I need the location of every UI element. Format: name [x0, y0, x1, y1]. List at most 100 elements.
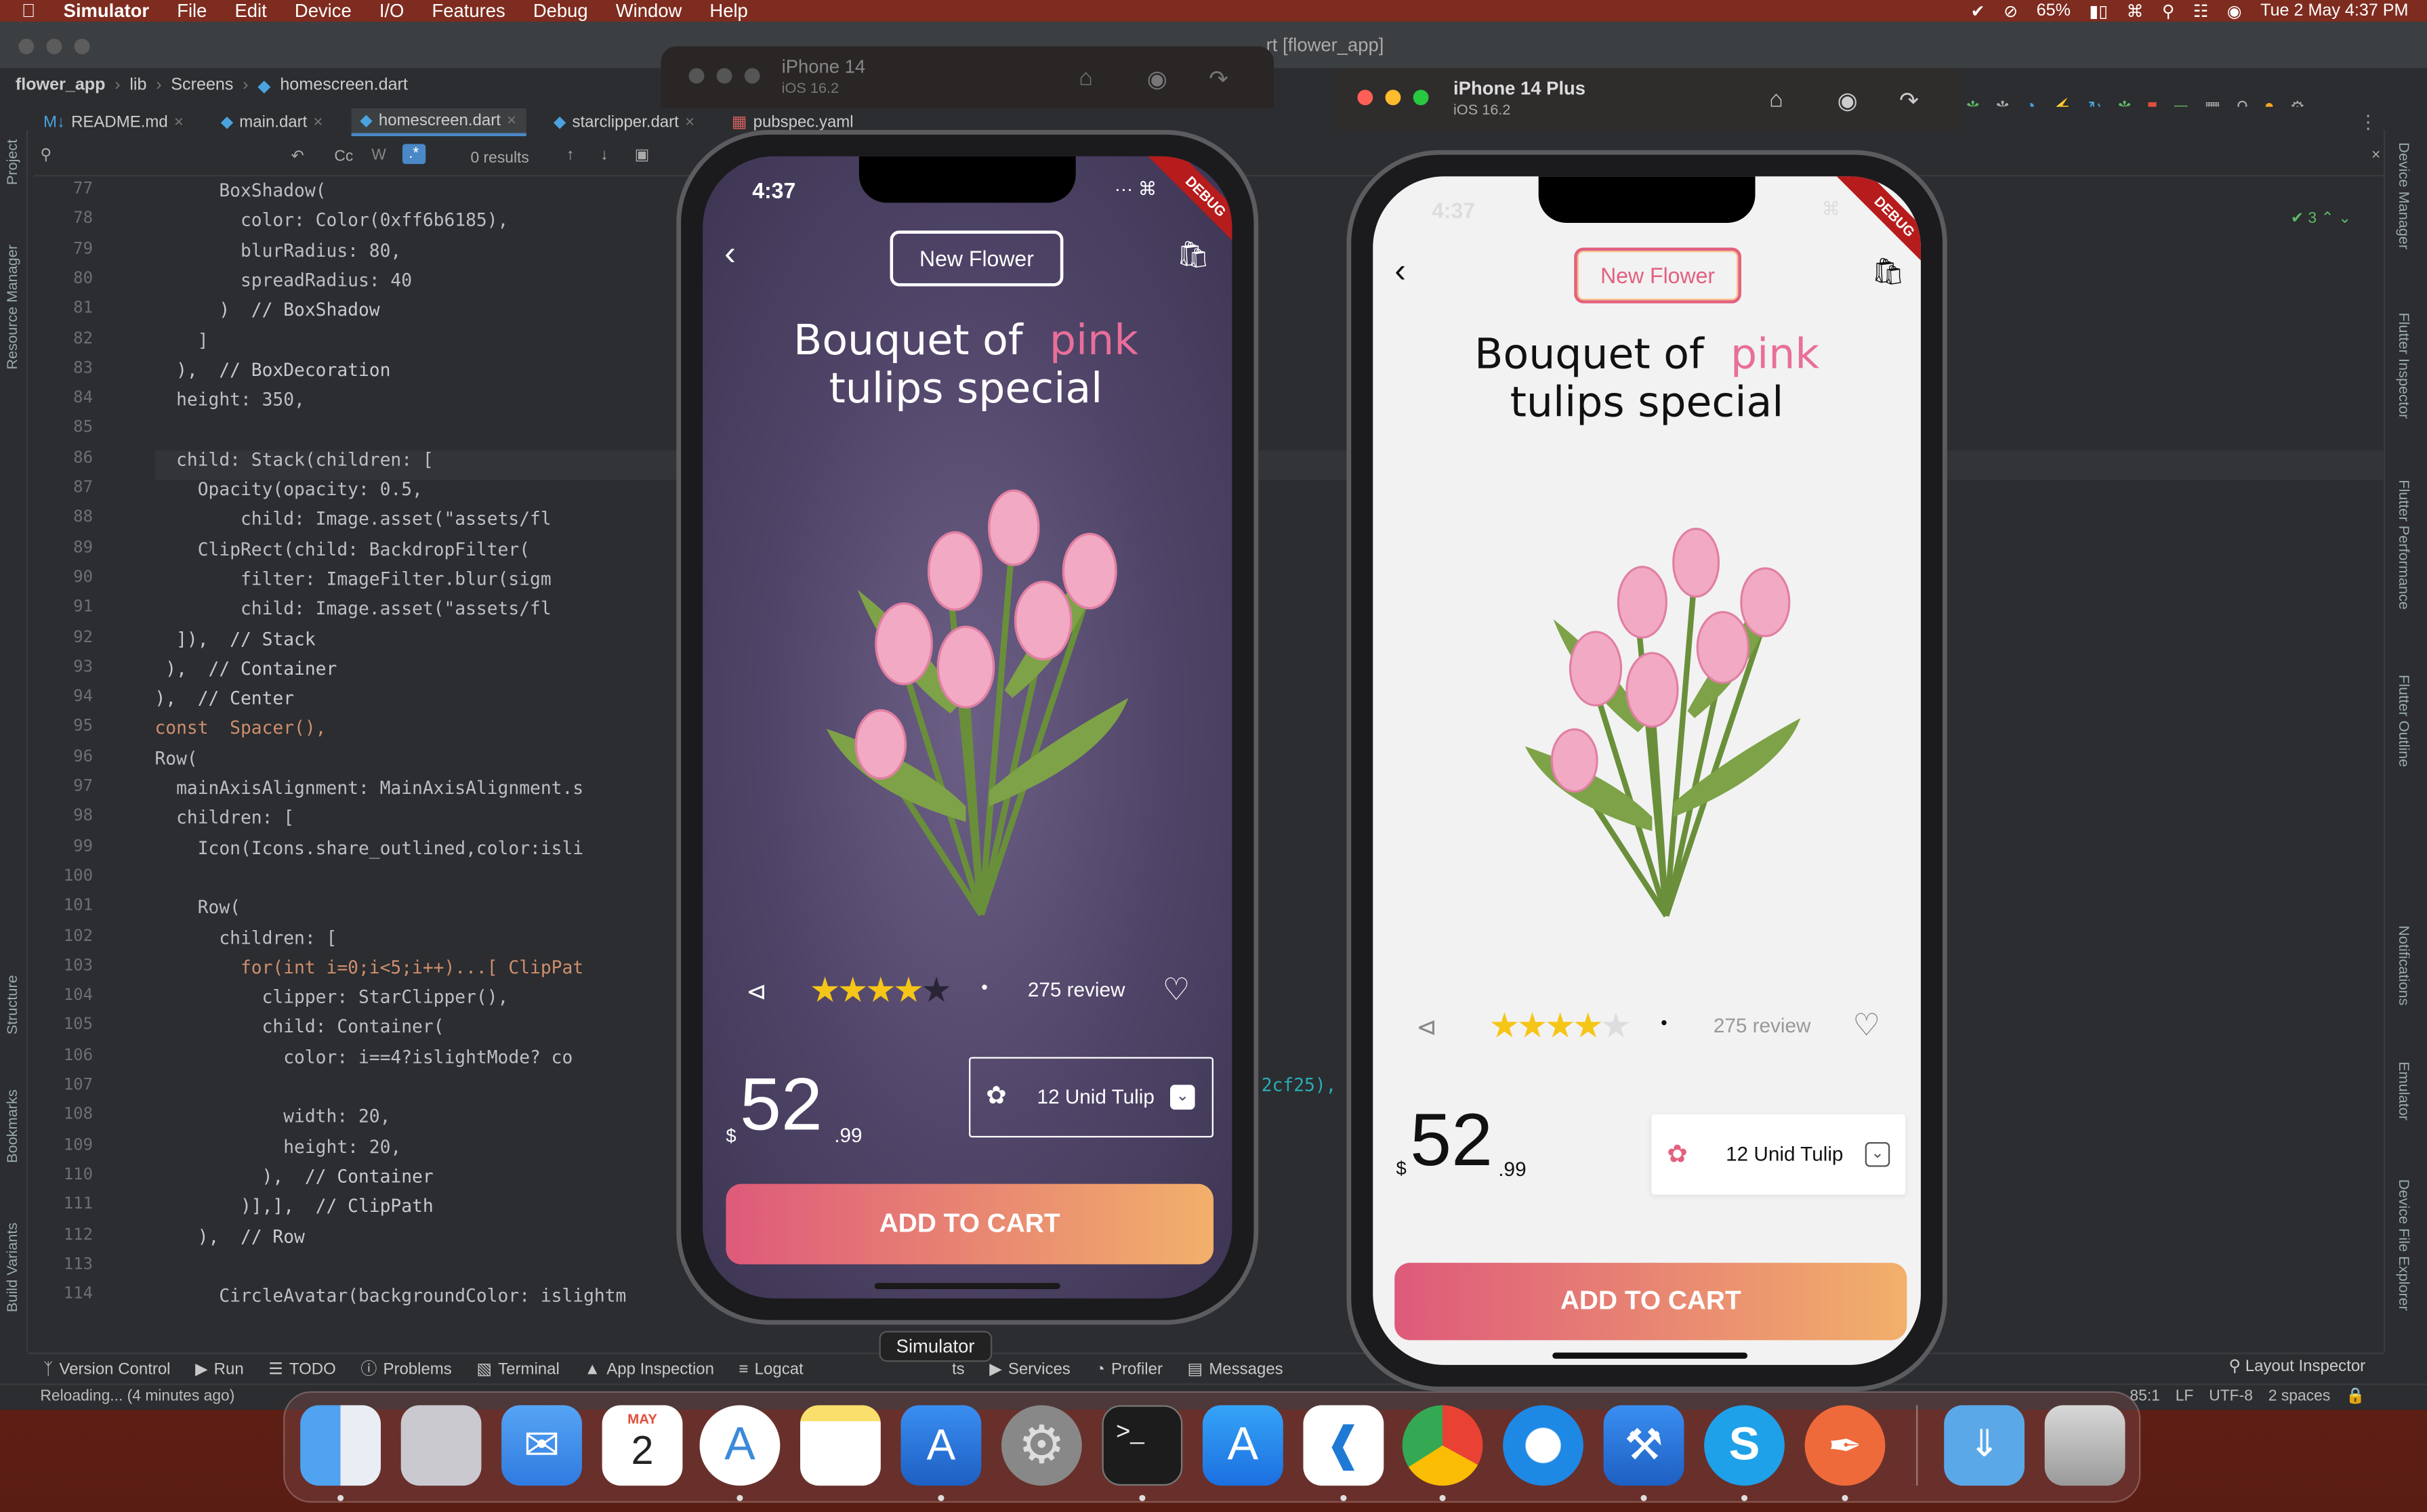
- menu-debug[interactable]: Debug: [533, 0, 588, 22]
- tool-layout-inspector[interactable]: ⚲ Layout Inspector: [2229, 1358, 2366, 1376]
- code-line[interactable]: Opacity(opacity: 0.5,: [154, 478, 423, 507]
- share-icon[interactable]: ⊲: [746, 977, 767, 1008]
- tool-run[interactable]: ▶ Run: [195, 1360, 244, 1378]
- code-line[interactable]: ) // BoxShadow: [154, 299, 379, 328]
- menu-app-name[interactable]: Simulator: [64, 0, 149, 22]
- skype-icon[interactable]: S: [1704, 1405, 1785, 1486]
- close-icon[interactable]: ×: [313, 113, 323, 131]
- vscode-icon[interactable]: ❰: [1303, 1405, 1384, 1486]
- review-count[interactable]: 275 review: [1714, 1013, 1811, 1036]
- code-line[interactable]: child: Stack(children: [: [154, 448, 434, 478]
- code-line[interactable]: Row(: [154, 747, 197, 776]
- home-icon[interactable]: ⌂: [1079, 65, 1093, 91]
- tool-bookmarks[interactable]: Bookmarks: [5, 1089, 22, 1163]
- tool-logcat[interactable]: ≡ Logcat: [739, 1360, 804, 1378]
- tool-messages[interactable]: ▤ Messages: [1188, 1360, 1283, 1378]
- breadcrumb-screens[interactable]: Screens: [171, 76, 233, 94]
- tool-flutter-outline[interactable]: Flutter Outline: [2394, 675, 2411, 767]
- quantity-dropdown[interactable]: ✿ 12 Unid Tulip ⌄: [969, 1057, 1214, 1138]
- prev-match-icon[interactable]: ↑: [566, 147, 574, 164]
- tool-build-variants[interactable]: Build Variants: [5, 1223, 22, 1312]
- code-line[interactable]: ]), // Stack: [154, 627, 316, 656]
- zoom-icon[interactable]: [744, 68, 760, 84]
- chevron-down-icon[interactable]: ⌄: [1170, 1085, 1195, 1110]
- tab-main[interactable]: ◆ main.dart ×: [211, 110, 332, 135]
- zoom-icon[interactable]: [1413, 89, 1429, 106]
- add-to-cart-button[interactable]: ADD TO CART: [726, 1183, 1214, 1265]
- tool-version-control[interactable]: ᛉ Version Control: [43, 1360, 171, 1378]
- close-icon[interactable]: ×: [685, 113, 694, 131]
- zoom-icon[interactable]: [74, 39, 90, 54]
- code-line[interactable]: )],], // ClipPath: [154, 1195, 434, 1224]
- rotate-icon[interactable]: ↷: [1209, 65, 1228, 93]
- paw-icon[interactable]: ✒: [1804, 1405, 1886, 1486]
- code-line[interactable]: child: Container(: [154, 1016, 444, 1045]
- menu-device[interactable]: Device: [295, 0, 352, 22]
- mail-icon[interactable]: ✉: [501, 1405, 582, 1486]
- tab-starclipper[interactable]: ◆ starclipper.dart ×: [544, 110, 704, 135]
- favorite-heart-icon[interactable]: ♡: [1163, 970, 1190, 1009]
- tool-project[interactable]: Project: [5, 140, 22, 186]
- notes-icon[interactable]: [800, 1405, 881, 1486]
- new-flower-button[interactable]: New Flower: [1574, 247, 1741, 303]
- more-tabs-icon[interactable]: ⋮: [2359, 111, 2377, 133]
- tool-notifications[interactable]: Notifications: [2394, 925, 2411, 1005]
- words-toggle[interactable]: W: [371, 147, 386, 164]
- close-icon[interactable]: [688, 68, 705, 84]
- menu-features[interactable]: Features: [432, 0, 505, 22]
- find-history-icon[interactable]: ↶: [291, 148, 304, 165]
- inspections-ok[interactable]: ✔ 3 ⌃ ⌄: [2291, 211, 2351, 228]
- app-store-icon[interactable]: A: [1202, 1405, 1283, 1486]
- regex-toggle[interactable]: .*: [402, 144, 426, 165]
- apple-icon[interactable]: : [22, 0, 36, 22]
- shopping-bag-icon[interactable]: 🛍: [1871, 257, 1905, 288]
- tool-profiler[interactable]: ◔ Profiler: [1095, 1360, 1163, 1378]
- close-icon[interactable]: ×: [174, 113, 184, 131]
- menu-file[interactable]: File: [177, 0, 207, 22]
- code-line[interactable]: filter: ImageFilter.blur(sigm: [154, 568, 552, 597]
- xcode-icon[interactable]: ⚒: [1603, 1405, 1684, 1486]
- menu-edit[interactable]: Edit: [235, 0, 267, 22]
- search-icon[interactable]: ⚲: [40, 147, 51, 164]
- status-check-icon[interactable]: ✔: [1971, 1, 1985, 21]
- close-icon[interactable]: [1357, 89, 1373, 106]
- code-line[interactable]: ), // Container: [154, 1165, 434, 1194]
- code-line[interactable]: height: 350,: [154, 389, 305, 418]
- code-line[interactable]: child: Image.asset("assets/fl: [154, 597, 552, 627]
- close-icon[interactable]: [18, 39, 35, 54]
- close-find-icon[interactable]: ×: [2371, 147, 2380, 164]
- home-indicator[interactable]: [874, 1282, 1060, 1289]
- home-icon[interactable]: ⌂: [1769, 87, 1783, 113]
- back-icon[interactable]: ‹: [1394, 251, 1406, 291]
- code-line[interactable]: children: [: [154, 926, 337, 955]
- tab-readme[interactable]: M↓ README.md ×: [34, 110, 192, 135]
- safari-icon[interactable]: [1503, 1405, 1583, 1486]
- code-line[interactable]: const Spacer(),: [154, 717, 326, 747]
- code-line[interactable]: children: [: [154, 807, 294, 836]
- terminal-icon[interactable]: >_: [1102, 1405, 1183, 1486]
- launchpad-icon[interactable]: [400, 1405, 482, 1486]
- quantity-dropdown[interactable]: ✿ 12 Unid Tulip ⌄: [1651, 1114, 1906, 1195]
- code-line[interactable]: ]: [154, 329, 209, 358]
- line-separator[interactable]: LF: [2176, 1388, 2194, 1405]
- simulator-icon[interactable]: A: [900, 1405, 982, 1486]
- match-case-toggle[interactable]: Cc: [334, 148, 353, 165]
- tool-flutter-inspector[interactable]: Flutter Inspector: [2394, 312, 2411, 419]
- tool-device-manager[interactable]: Device Manager: [2394, 142, 2411, 249]
- code-line[interactable]: CircleAvatar(backgroundColor: islightm: [154, 1284, 626, 1314]
- share-icon[interactable]: ⊲: [1416, 1012, 1437, 1043]
- tool-structure[interactable]: Structure: [5, 975, 22, 1034]
- code-line[interactable]: ClipRect(child: BackdropFilter(: [154, 538, 530, 567]
- code-line[interactable]: blurRadius: 80,: [154, 239, 401, 268]
- file-encoding[interactable]: UTF-8: [2209, 1388, 2253, 1405]
- screenshot-icon[interactable]: ◉: [1147, 65, 1167, 93]
- screenshot-icon[interactable]: ◉: [1838, 87, 1858, 114]
- battery-icon[interactable]: ▮▯: [2089, 1, 2108, 21]
- code-line[interactable]: clipper: StarClipper(),: [154, 986, 509, 1015]
- select-all-icon[interactable]: ▣: [635, 147, 650, 164]
- wifi-icon[interactable]: ⌘: [2126, 1, 2143, 21]
- new-flower-button[interactable]: New Flower: [890, 230, 1064, 287]
- code-line[interactable]: ), // Container: [154, 657, 337, 686]
- tool-partial[interactable]: ts: [952, 1360, 965, 1378]
- breadcrumb-project[interactable]: flower_app: [16, 76, 106, 94]
